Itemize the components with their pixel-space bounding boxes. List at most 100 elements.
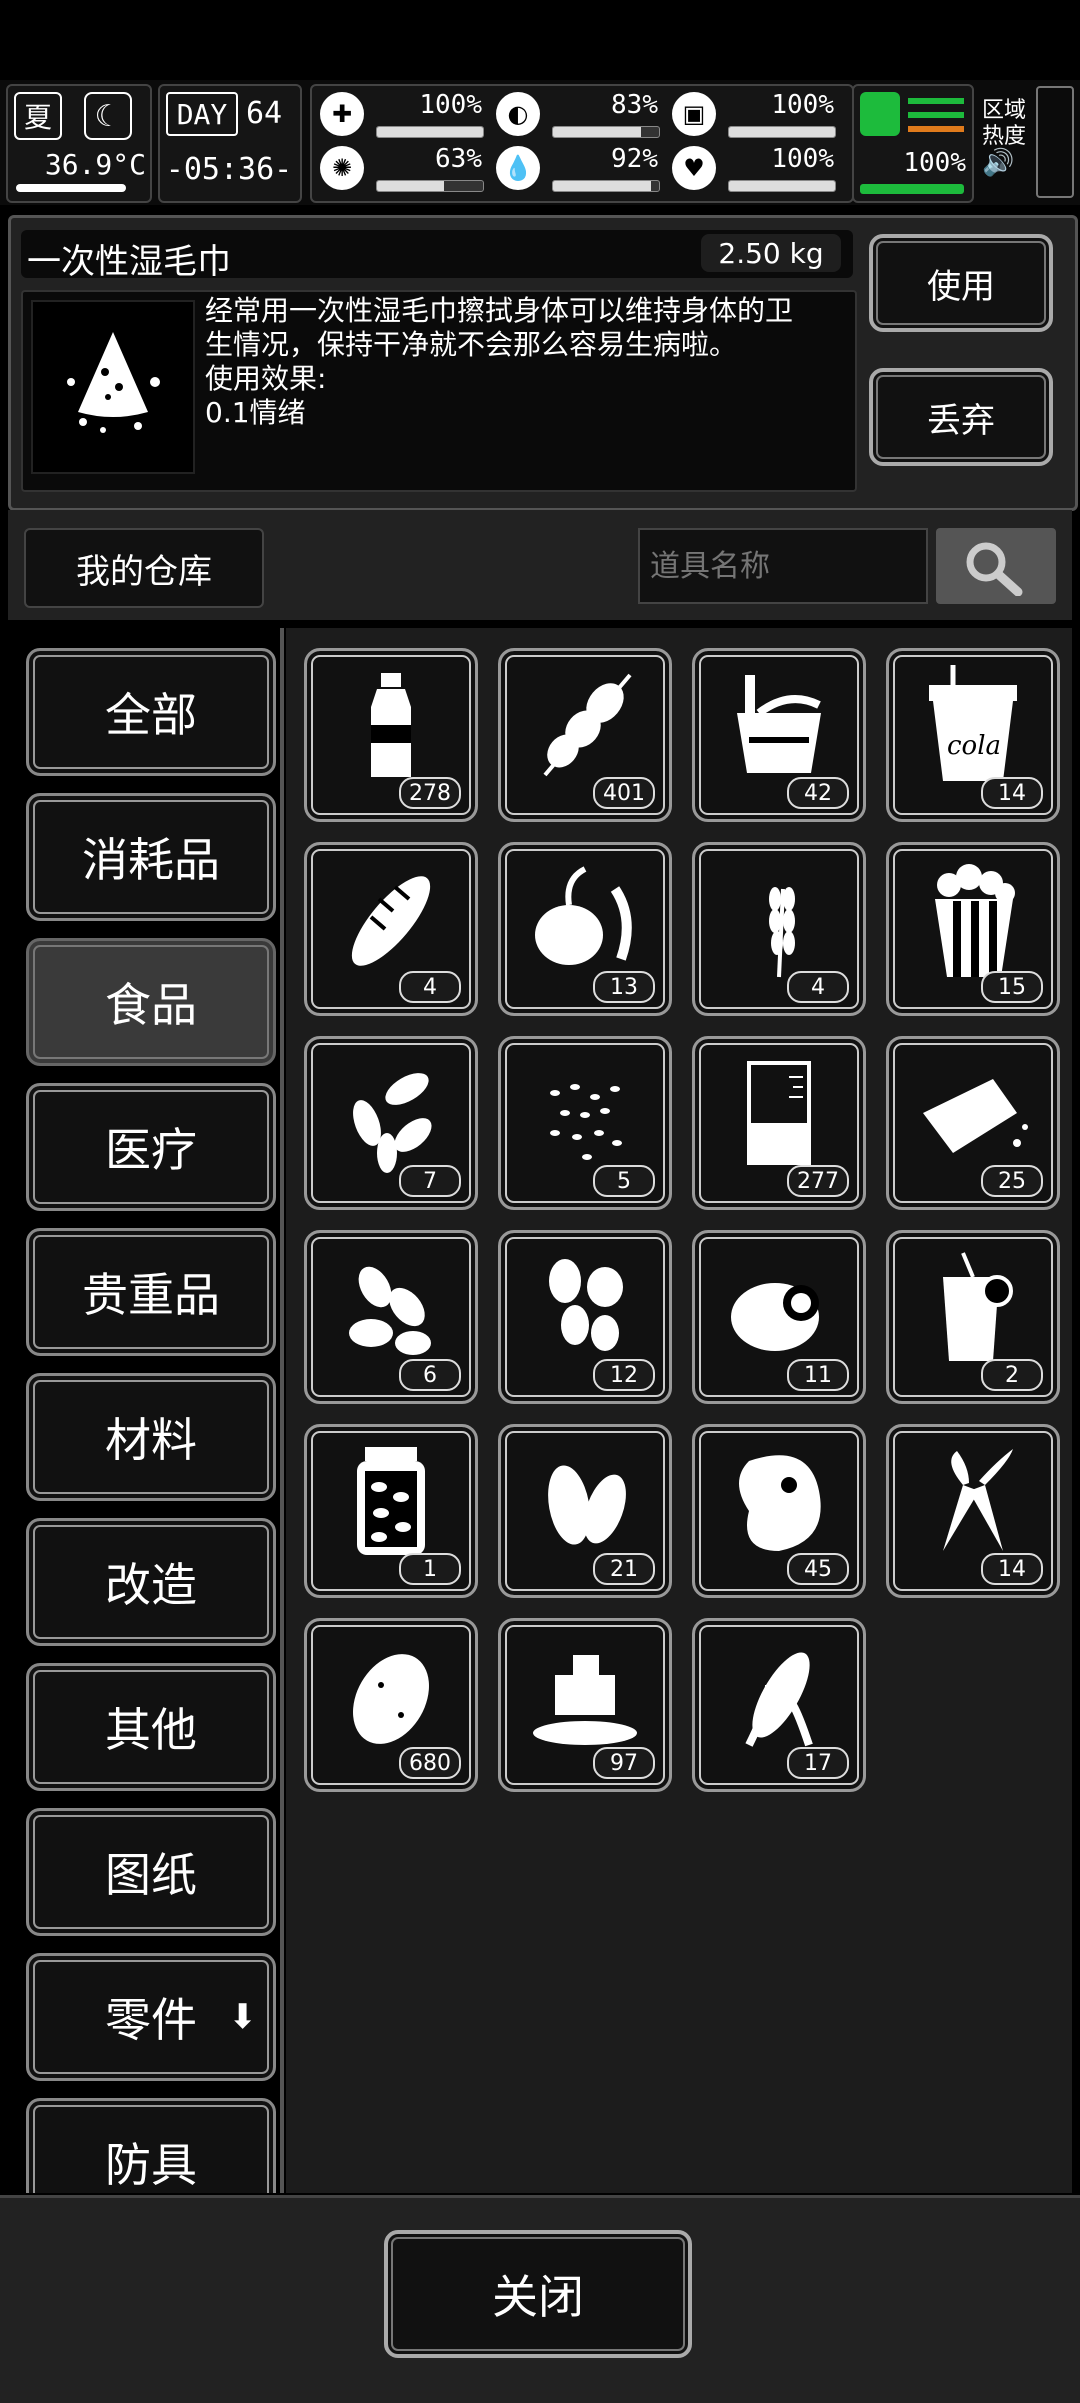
category-label: 材料 [105,1413,197,1467]
inventory-slot[interactable]: 14 [886,1424,1060,1598]
inventory-slot[interactable]: 5 [498,1036,672,1210]
carrot-icon [943,1449,1013,1551]
pickle-jar-icon [357,1447,425,1555]
inventory-slot[interactable]: 1 [304,1424,478,1598]
inventory-slot[interactable]: 11 [692,1230,866,1404]
stat-bar-fill [553,127,641,137]
item-count-badge: 45 [787,1553,849,1585]
bread-icon [351,876,431,966]
item-count-badge: 17 [787,1747,849,1779]
item-count-badge: 680 [399,1747,461,1779]
storage-title: 我的仓库 [24,528,264,608]
inventory-slot[interactable]: 42 [692,648,866,822]
inventory-slot[interactable]: 6 [304,1230,478,1404]
region-heat-label: 区域 热度 🔊 [982,98,1026,176]
region-heat-meter [1036,86,1074,198]
item-count-badge: 4 [787,971,849,1003]
inventory-slot[interactable]: cola 14 [886,648,1060,822]
stat-value: 100% [771,144,834,174]
inventory-slot[interactable]: 4 [304,842,478,1016]
category-tab[interactable]: 改造 [26,1518,276,1646]
day-time-box: DAY 64 -05:36- [158,84,302,203]
item-description: 经常用一次性湿毛巾擦拭身体可以维持身体的卫 生情况，保持干净就不会那么容易生病啦… [205,294,845,430]
item-count-badge: 4 [399,971,461,1003]
inventory-slot[interactable]: 2 [886,1230,1060,1404]
stamina-stripe-2 [908,112,964,118]
item-count-badge: 277 [787,1165,849,1197]
beaker-icon [747,1061,811,1165]
inventory-slot[interactable]: 21 [498,1424,672,1598]
brain-icon: ✺ [320,146,364,190]
inventory-slot[interactable]: 13 [498,842,672,1016]
item-count-badge: 14 [981,1553,1043,1585]
use-button[interactable]: 使用 [869,234,1053,332]
pill-icon: ▣ [672,92,716,136]
stamina-stripe-3 [908,126,964,132]
tofu-icon [923,1079,1028,1153]
inventory-slot[interactable]: 401 [498,648,672,822]
category-tab[interactable]: 其他 [26,1663,276,1791]
storage-header: 我的仓库 [8,510,1072,620]
search-input[interactable] [638,528,928,604]
stat-bar-fill [553,181,651,191]
inventory-slot[interactable]: 45 [692,1424,866,1598]
category-tab[interactable]: 零件 ⬇ [26,1953,276,2081]
category-label: 全部 [105,688,197,742]
category-tab[interactable]: 全部 [26,648,276,776]
inventory-slot[interactable]: 15 [886,842,1060,1016]
item-weight: 2.50 kg [701,234,841,272]
sidebar-divider [280,628,284,2193]
description-line-1: 经常用一次性湿毛巾擦拭身体可以维持身体的卫 [205,294,794,327]
category-label: 零件 [105,1993,197,2047]
category-tab[interactable]: 防具 [26,2098,276,2193]
inventory-slot[interactable]: 277 [692,1036,866,1210]
inventory-slot[interactable]: 12 [498,1230,672,1404]
item-count-badge: 15 [981,971,1043,1003]
category-label: 食品 [105,978,197,1032]
inventory-slot[interactable]: 25 [886,1036,1060,1210]
medkit-icon: ✚ [320,92,364,136]
item-count-badge: 5 [593,1165,655,1197]
close-button[interactable]: 关闭 [384,2230,692,2358]
stat-bar-fill [377,127,483,137]
inventory-slot[interactable]: 7 [304,1036,478,1210]
category-label: 其他 [105,1703,197,1757]
inventory-slot[interactable]: 680 [304,1618,478,1792]
temperature-gauge [16,184,126,192]
stat-value: 83% [611,90,658,120]
seeds-icon [550,1084,622,1160]
category-label: 防具 [105,2138,197,2192]
inventory-slot[interactable]: 97 [498,1618,672,1792]
category-tab[interactable]: 食品 [26,938,276,1066]
category-sidebar: 全部消耗品食品医疗贵重品材料改造其他图纸零件 ⬇ 防具 [8,628,278,2193]
item-count-badge: 401 [593,777,655,809]
inventory-slot[interactable]: 4 [692,842,866,1016]
category-tab[interactable]: 材料 [26,1373,276,1501]
stat-bar-fill [729,181,835,191]
inventory-slot[interactable]: 278 [304,648,478,822]
stat-bar [728,180,836,192]
item-name: 一次性湿毛巾 [27,242,231,282]
category-tab[interactable]: 贵重品 [26,1228,276,1356]
drop-button[interactable]: 丢弃 [869,368,1053,466]
boot-icon [860,92,900,136]
search-button[interactable] [936,528,1056,604]
wheat-icon [769,887,795,978]
cola-label: cola [946,731,1002,761]
item-count-badge: 11 [787,1359,849,1391]
pistachio-icon [548,1465,626,1545]
item-count-badge: 42 [787,777,849,809]
item-description-box: 经常用一次性湿毛巾擦拭身体可以维持身体的卫 生情况，保持干净就不会那么容易生病啦… [21,290,857,492]
temperature: 36.9°C [44,148,146,181]
speaker-icon[interactable]: 🔊 [982,150,1026,176]
category-tab[interactable]: 图纸 [26,1808,276,1936]
stamina-bar [860,184,964,194]
category-tab[interactable]: 消耗品 [26,793,276,921]
stamina-box: 100% [852,84,974,203]
stat-value: 92% [611,144,658,174]
day-number: 64 [246,96,283,131]
water-drop-icon: 💧 [496,146,540,190]
category-tab[interactable]: 医疗 [26,1083,276,1211]
region-heat-line2: 热度 [982,124,1027,149]
inventory-slot[interactable]: 17 [692,1618,866,1792]
